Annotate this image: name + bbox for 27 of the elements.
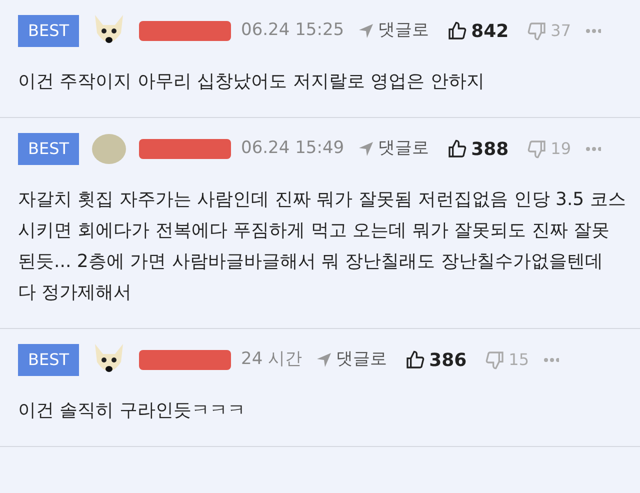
more-icon[interactable] xyxy=(543,357,559,363)
more-icon[interactable] xyxy=(585,146,602,152)
comment-text: 자갈치 횟집 자주가는 사람인데 진짜 뭐가 잘못됨 저런집없음 인당 3.5 코스시키면 회에다가 전복에다 푸짐하게 먹고 오는데 뭐가 잘못되도 진짜 잘못된듯... 2층에 가면 사람바글바글해서 뭐 장난칠래도 장난칠수가없을텐데 다 정가제해서 xyxy=(18,188,627,305)
thumbs-down-icon xyxy=(526,139,547,159)
comment-time: 24 시간 xyxy=(241,348,302,372)
comment-time: 06.24 15:25 xyxy=(241,19,344,42)
best-badge: BEST xyxy=(18,133,80,165)
best-badge: BEST xyxy=(18,15,80,47)
thumbs-up-icon xyxy=(405,350,426,370)
thumbs-down-icon xyxy=(526,21,547,41)
send-arrow-icon xyxy=(316,352,332,368)
thumbs-up-icon xyxy=(447,21,468,41)
send-arrow-icon xyxy=(358,23,374,39)
comment-time: 06.24 15:49 xyxy=(241,137,344,160)
more-icon[interactable] xyxy=(585,28,602,34)
comment-text: 이건 주작이지 아무리 십창났어도 저지랄로 영업은 안하지 xyxy=(18,70,486,94)
send-arrow-icon xyxy=(358,141,374,157)
like-button[interactable]: 386 xyxy=(405,346,467,374)
reply-link[interactable]: 댓글로 xyxy=(358,18,430,44)
comment-text: 이건 솔직히 구라인듯ㅋㅋㅋ xyxy=(18,399,246,423)
reply-link[interactable]: 댓글로 xyxy=(316,347,388,373)
like-button[interactable]: 388 xyxy=(447,136,509,162)
reply-link[interactable]: 댓글로 xyxy=(358,136,430,162)
thumbs-up-icon xyxy=(447,139,468,159)
thumbs-down-icon xyxy=(484,350,505,370)
best-badge: BEST xyxy=(18,344,80,376)
like-button[interactable]: 842 xyxy=(447,18,509,44)
